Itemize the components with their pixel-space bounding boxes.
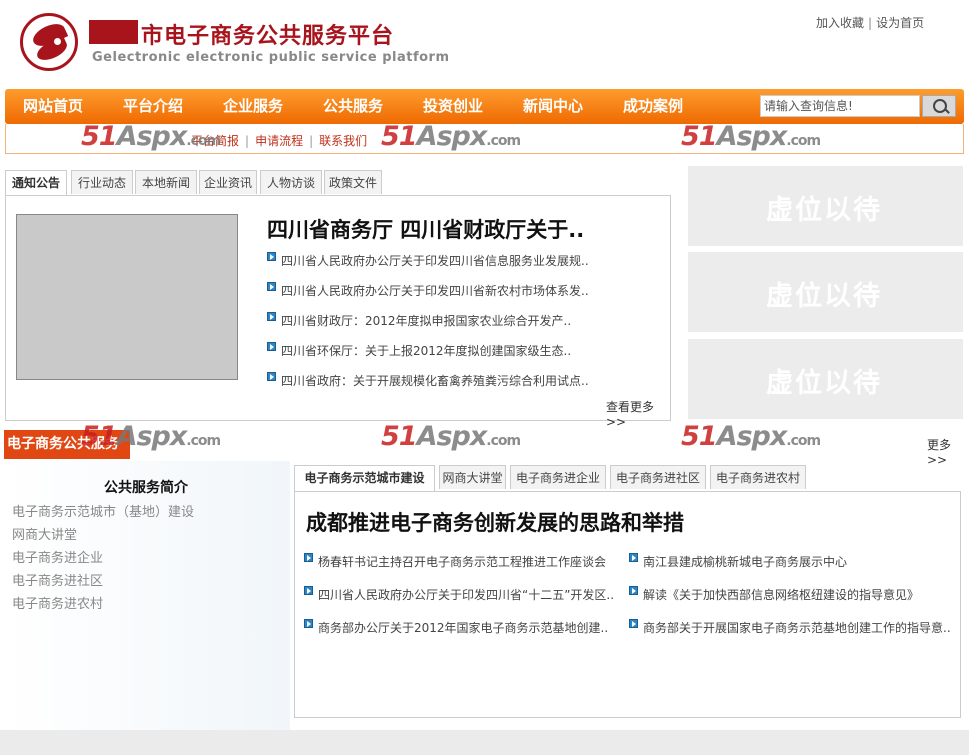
sidebar-item[interactable]: 电子商务示范城市（基地）建设 [12,501,194,524]
ad-placeholder[interactable]: 虚位以待 [688,166,963,246]
site-title: 市电子商务公共服务平台 [141,24,395,49]
list-item[interactable]: 四川省财政厅：2012年度拟申报国家农业综合开发产.. [267,312,589,342]
ecommerce-panel: 成都推进电子商务创新发展的思路和举措 杨春轩书记主持召开电子商务示范工程推进工作… [294,491,961,718]
tab-local-news[interactable]: 本地新闻 [135,170,197,194]
list-item[interactable]: 解读《关于加快西部信息网络枢纽建设的指导意见》 [629,586,919,603]
set-homepage-link[interactable]: 设为首页 [876,16,924,30]
bullet-icon [629,586,638,595]
header: 市电子商务公共服务平台 Gelectronic electronic publi… [0,0,969,88]
bullet-icon [267,372,276,381]
nav-item-home[interactable]: 网站首页 [23,89,83,124]
logo-icon[interactable] [20,13,78,71]
list-item[interactable]: 杨春轩书记主持召开电子商务示范工程推进工作座谈会 [304,553,606,570]
ecommerce-headline[interactable]: 成都推进电子商务创新发展的思路和举措 [306,507,684,537]
subnav-contact-link[interactable]: 联系我们 [319,134,367,148]
site-subtitle: Gelectronic electronic public service pl… [92,50,450,65]
list-item[interactable]: 商务部关于开展国家电子商务示范基地创建工作的指导意.. [629,619,951,636]
bullet-icon [267,252,276,261]
list-item[interactable]: 四川省政府：关于开展规模化畜禽养殖粪污综合利用试点.. [267,372,589,402]
tab-policy[interactable]: 政策文件 [324,170,382,194]
tab-industry[interactable]: 行业动态 [71,170,133,194]
city-name-redacted [89,20,138,44]
tab-interviews[interactable]: 人物访谈 [260,170,322,194]
watermark: 51Aspx.com [681,421,821,452]
tab-village[interactable]: 电子商务进农村 [710,465,806,489]
tab-enterprise[interactable]: 电子商务进企业 [510,465,606,489]
nav-item-cases[interactable]: 成功案例 [623,89,683,124]
view-more-link[interactable]: 查看更多>> [606,398,670,429]
bullet-icon [304,553,313,562]
sidebar-item[interactable]: 电子商务进社区 [12,570,194,593]
tab-demo-city[interactable]: 电子商务示范城市建设 [294,465,435,491]
news-panel: 四川省商务厅 四川省财政厅关于.. 四川省人民政府办公厅关于印发四川省信息服务业… [5,195,671,429]
subnav-process-link[interactable]: 申请流程 [255,134,303,148]
sidebar-title: 公共服务简介 [104,480,188,496]
bullet-icon [629,553,638,562]
nav-item-news[interactable]: 新闻中心 [523,89,583,124]
bullet-icon [267,282,276,291]
tab-notices[interactable]: 通知公告 [5,170,67,196]
watermark: 51Aspx.com [81,421,221,452]
sidebar-item[interactable]: 网商大讲堂 [12,524,194,547]
nav-item-enterprise[interactable]: 企业服务 [223,89,283,124]
search-input[interactable]: 请输入查询信息! [760,95,920,117]
ad-placeholder[interactable]: 虚位以待 [688,339,963,419]
tab-enterprise-info[interactable]: 企业资讯 [199,170,257,194]
watermark: 51Aspx.com [681,121,821,152]
add-favorite-link[interactable]: 加入收藏 [816,16,864,30]
list-item[interactable]: 商务部办公厅关于2012年国家电子商务示范基地创建.. [304,619,608,636]
list-item[interactable]: 四川省人民政府办公厅关于印发四川省信息服务业发展规.. [267,252,589,282]
bullet-icon [267,342,276,351]
footer-bar [0,730,969,755]
bullet-icon [629,619,638,628]
sidebar-list: 电子商务示范城市（基地）建设 网商大讲堂 电子商务进企业 电子商务进社区 电子商… [12,501,194,616]
news-list: 四川省人民政府办公厅关于印发四川省信息服务业发展规.. 四川省人民政府办公厅关于… [267,252,589,402]
list-item[interactable]: 四川省人民政府办公厅关于印发四川省“十二五”开发区.. [304,586,614,603]
bullet-icon [304,586,313,595]
news-image[interactable] [16,214,238,380]
sidebar: 公共服务简介 电子商务示范城市（基地）建设 网商大讲堂 电子商务进企业 电子商务… [5,461,290,731]
news-headline[interactable]: 四川省商务厅 四川省财政厅关于.. [267,214,584,244]
tab-community[interactable]: 电子商务进社区 [610,465,706,489]
search-button[interactable] [922,95,956,117]
watermark: 51Aspx.com [381,121,521,152]
tab-lecture[interactable]: 网商大讲堂 [439,465,506,489]
bullet-icon [304,619,313,628]
nav-item-invest[interactable]: 投资创业 [423,89,483,124]
list-item[interactable]: 四川省环保厅：关于上报2012年度拟创建国家级生态.. [267,342,589,372]
more-link[interactable]: 更多>> [927,436,969,467]
top-links: 加入收藏 | 设为首页 [816,16,925,30]
sidebar-item[interactable]: 电子商务进农村 [12,593,194,616]
nav-item-public[interactable]: 公共服务 [323,89,383,124]
ad-placeholder[interactable]: 虚位以待 [688,252,963,332]
watermark: 51Aspx.com [81,121,221,152]
bullet-icon [267,312,276,321]
watermark: 51Aspx.com [381,421,521,452]
list-item[interactable]: 南江县建成榆桃新城电子商务展示中心 [629,553,847,570]
sidebar-item[interactable]: 电子商务进企业 [12,547,194,570]
list-item[interactable]: 四川省人民政府办公厅关于印发四川省新农村市场体系发.. [267,282,589,312]
nav-item-about[interactable]: 平台介绍 [123,89,183,124]
